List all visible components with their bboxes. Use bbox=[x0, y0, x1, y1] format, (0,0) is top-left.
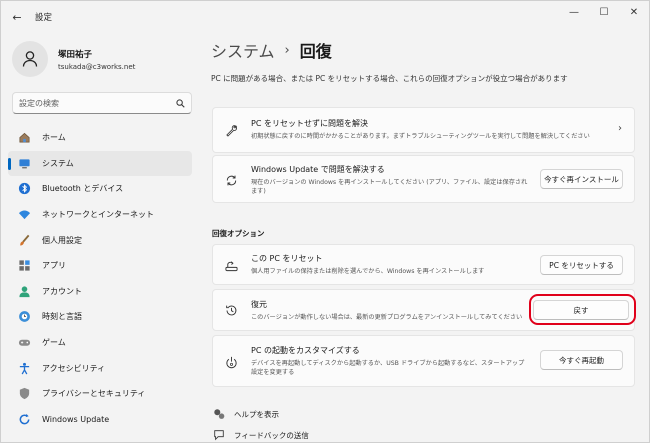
sidebar-item-label: Windows Update bbox=[42, 414, 110, 424]
reset-pc-icon bbox=[224, 260, 238, 271]
advanced-startup-desc-line1: デバイスを再起動してディスクから起動するか、USB ドライブから起動するなど、ス… bbox=[251, 360, 525, 367]
sidebar-item-label: ネットワークとインターネット bbox=[42, 210, 154, 220]
section-label-recovery-options: 回復オプション bbox=[212, 229, 265, 238]
chevron-right-icon: › bbox=[618, 123, 622, 134]
breadcrumb-separator: › bbox=[284, 42, 290, 58]
feedback-link[interactable]: フィードバックの送信 bbox=[213, 429, 309, 441]
minimize-button[interactable]: — bbox=[559, 1, 589, 23]
user-profile[interactable]: 塚田祐子 tsukada@c3works.net bbox=[12, 41, 135, 77]
windows-update-desc-line1: 現在のバージョンの Windows を再インストールしてください (アプリ、ファ… bbox=[251, 179, 528, 186]
get-help-link[interactable]: ヘルプを表示 bbox=[213, 408, 279, 420]
sidebar-item-label: ゲーム bbox=[42, 338, 66, 348]
account-icon bbox=[18, 286, 30, 297]
sidebar-item-home[interactable]: ホーム bbox=[8, 125, 192, 151]
sidebar-item-label: Bluetooth とデバイス bbox=[42, 184, 124, 194]
settings-window: ← 設定 — ☐ ✕ 塚田祐子 tsukada@c3works.net 設定の検… bbox=[0, 0, 650, 443]
sidebar-item-network[interactable]: ネットワークとインターネット bbox=[8, 202, 192, 228]
globe-clock-icon bbox=[18, 311, 30, 323]
sidebar-item-label: システム bbox=[42, 158, 74, 168]
troubleshoot-title: PC をリセットせずに問題を解決 bbox=[251, 119, 368, 128]
advanced-startup-title: PC の起動をカスタマイズする bbox=[251, 346, 360, 355]
sidebar-item-accounts[interactable]: アカウント bbox=[8, 279, 192, 305]
wrench-icon bbox=[225, 124, 237, 137]
breadcrumb-parent[interactable]: システム bbox=[211, 38, 275, 62]
feedback-label: フィードバックの送信 bbox=[234, 430, 309, 440]
search-placeholder: 設定の検索 bbox=[19, 98, 59, 108]
close-button[interactable]: ✕ bbox=[619, 1, 649, 23]
reset-pc-desc: 個人用ファイルの保持または削除を選んでから、Windows を再インストールしま… bbox=[251, 268, 485, 275]
apps-icon bbox=[18, 260, 30, 271]
brush-icon bbox=[19, 234, 29, 246]
avatar bbox=[12, 41, 48, 77]
breadcrumb: システム › 回復 bbox=[211, 38, 332, 62]
history-icon bbox=[225, 305, 236, 315]
go-back-title: 復元 bbox=[251, 300, 267, 309]
sidebar-nav: ホーム システム Bluetooth とデバイス ネットワークとインターネット … bbox=[8, 125, 192, 432]
app-title: 設定 bbox=[35, 13, 53, 23]
windows-update-card: Windows Update で問題を解決する 現在のバージョンの Window… bbox=[212, 155, 635, 203]
restart-now-button[interactable]: 今すぐ再起動 bbox=[540, 350, 623, 370]
search-input[interactable]: 設定の検索 bbox=[12, 92, 192, 114]
update-icon bbox=[19, 413, 29, 425]
search-icon bbox=[176, 98, 185, 108]
go-back-desc: このバージョンが動作しない場合は、最新の更新プログラムをアンインストールしてみて… bbox=[251, 314, 523, 321]
wifi-icon bbox=[18, 210, 30, 220]
sidebar-item-time-language[interactable]: 時刻と言語 bbox=[8, 304, 192, 330]
gamepad-icon bbox=[18, 339, 30, 346]
sidebar-item-accessibility[interactable]: アクセシビリティ bbox=[8, 355, 192, 381]
troubleshoot-card[interactable]: PC をリセットせずに問題を解決 初期状態に戻すのに時間がかかることがあります。… bbox=[212, 107, 635, 153]
user-email: tsukada@c3works.net bbox=[58, 62, 136, 71]
shield-icon bbox=[19, 388, 29, 400]
windows-update-title: Windows Update で問題を解決する bbox=[251, 165, 385, 174]
windows-update-desc-line2: ます) bbox=[251, 188, 266, 195]
page-description: PC に問題がある場合、または PC をリセットする場合、これらの回復オプション… bbox=[211, 74, 568, 83]
sidebar-item-label: 時刻と言語 bbox=[42, 312, 82, 322]
advanced-startup-card: PC の起動をカスタマイズする デバイスを再起動してディスクから起動するか、US… bbox=[212, 335, 635, 387]
home-icon bbox=[18, 133, 30, 143]
reinstall-now-button[interactable]: 今すぐ再インストール bbox=[540, 169, 623, 189]
title-bar: ← 設定 — ☐ ✕ bbox=[1, 1, 649, 33]
advanced-startup-desc: デバイスを再起動してディスクから起動するか、USB ドライブから起動するなど、ス… bbox=[251, 359, 524, 377]
maximize-button[interactable]: ☐ bbox=[589, 1, 619, 23]
user-icon bbox=[22, 51, 38, 67]
sidebar-item-gaming[interactable]: ゲーム bbox=[8, 330, 192, 356]
advanced-startup-desc-line2: 設定を変更する bbox=[251, 369, 295, 376]
help-icon bbox=[214, 409, 225, 419]
system-icon bbox=[18, 159, 30, 169]
feedback-icon bbox=[214, 430, 224, 441]
sidebar-item-label: ホーム bbox=[42, 133, 66, 143]
sidebar-item-label: アプリ bbox=[42, 261, 66, 271]
sync-icon bbox=[226, 175, 236, 185]
sidebar-item-label: 個人用設定 bbox=[42, 235, 82, 245]
reset-pc-title: この PC をリセット bbox=[251, 254, 323, 263]
user-name: 塚田祐子 bbox=[58, 49, 93, 60]
sidebar-item-label: アクセシビリティ bbox=[42, 363, 106, 373]
highlight-annotation bbox=[529, 294, 636, 325]
sidebar-item-personalization[interactable]: 個人用設定 bbox=[8, 227, 192, 253]
troubleshoot-desc: 初期状態に戻すのに時間がかかることがあります。まずトラブルシューティングツールを… bbox=[251, 133, 590, 140]
windows-update-desc: 現在のバージョンの Windows を再インストールしてください (アプリ、ファ… bbox=[251, 178, 527, 196]
sidebar-item-label: アカウント bbox=[42, 286, 82, 296]
reset-pc-card: この PC をリセット 個人用ファイルの保持または削除を選んでから、Window… bbox=[212, 244, 635, 285]
back-button[interactable]: ← bbox=[7, 7, 27, 27]
advanced-startup-icon bbox=[225, 356, 237, 368]
bluetooth-icon bbox=[18, 183, 30, 195]
page-title: 回復 bbox=[299, 42, 332, 61]
sidebar-item-apps[interactable]: アプリ bbox=[8, 253, 192, 279]
sidebar-item-windows-update[interactable]: Windows Update bbox=[8, 407, 192, 433]
window-controls: — ☐ ✕ bbox=[559, 1, 649, 23]
get-help-label: ヘルプを表示 bbox=[234, 409, 279, 419]
sidebar-item-system[interactable]: システム bbox=[8, 150, 192, 177]
accessibility-icon bbox=[19, 362, 29, 375]
sidebar-item-label: プライバシーとセキュリティ bbox=[42, 389, 146, 399]
reset-pc-button[interactable]: PC をリセットする bbox=[540, 255, 623, 275]
sidebar-item-privacy[interactable]: プライバシーとセキュリティ bbox=[8, 381, 192, 407]
sidebar-item-bluetooth[interactable]: Bluetooth とデバイス bbox=[8, 176, 192, 202]
